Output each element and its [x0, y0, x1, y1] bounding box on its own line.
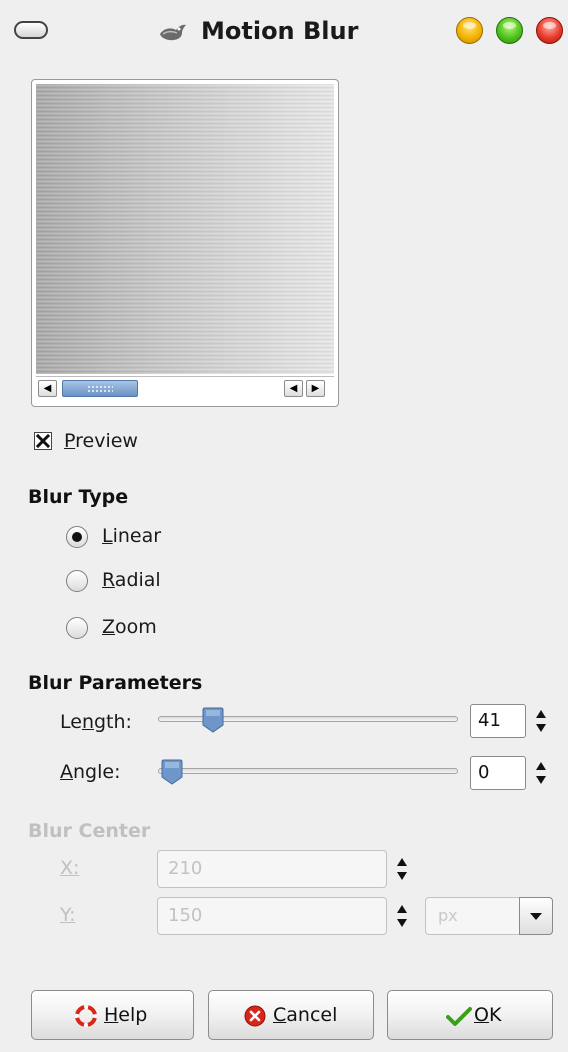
angle-spin-icon[interactable] — [534, 758, 548, 788]
title-bar: Motion Blur — [0, 0, 568, 62]
angle-slider-handle[interactable] — [161, 759, 183, 785]
lifebuoy-icon — [75, 1005, 97, 1027]
radio-zoom-label[interactable]: Zoom — [102, 615, 157, 639]
radio-radial-label[interactable]: Radial — [102, 568, 161, 592]
maximize-icon[interactable] — [496, 17, 523, 44]
center-x-label: X: — [60, 857, 80, 879]
length-spin-icon[interactable] — [534, 706, 548, 736]
center-y-spin-icon — [397, 905, 407, 927]
blur-parameters-heading: Blur Parameters — [28, 672, 203, 694]
length-slider-handle[interactable] — [202, 707, 224, 733]
chevron-down-icon — [530, 913, 542, 920]
motion-blur-dialog: Motion Blur ◀ ◀ ▶ Preview Blur Type Line… — [0, 0, 568, 1052]
scroll-left-step-icon[interactable]: ◀ — [284, 380, 303, 397]
scroll-right-icon[interactable]: ▶ — [306, 380, 325, 397]
preview-frame: ◀ ◀ ▶ — [31, 79, 339, 407]
cancel-button[interactable]: Cancel — [208, 990, 374, 1040]
length-label: Length: — [60, 711, 132, 733]
help-button-label: Help — [104, 1004, 148, 1026]
cancel-icon — [244, 1005, 266, 1027]
window-title: Motion Blur — [201, 17, 359, 45]
checkmark-icon — [446, 1007, 472, 1026]
radio-zoom[interactable] — [66, 617, 88, 639]
minimize-icon[interactable] — [456, 17, 483, 44]
angle-label: Angle: — [60, 761, 121, 783]
center-x-field: 210 — [157, 850, 387, 888]
window-menu-icon[interactable] — [14, 21, 48, 39]
center-y-field: 150 — [157, 897, 387, 935]
blur-type-heading: Blur Type — [28, 486, 129, 508]
preview-label[interactable]: Preview — [64, 429, 138, 453]
close-icon[interactable] — [536, 17, 563, 44]
scrollbar-grip — [87, 385, 113, 392]
unit-dropdown-button[interactable] — [519, 897, 553, 935]
ok-button-label: OK — [474, 1004, 502, 1026]
ok-button[interactable]: OK — [387, 990, 553, 1040]
angle-value-field[interactable]: 0 — [470, 756, 526, 790]
scroll-left-icon[interactable]: ◀ — [38, 380, 57, 397]
length-value-field[interactable]: 41 — [470, 704, 526, 738]
center-y-label: Y: — [60, 904, 76, 926]
blur-center-heading: Blur Center — [28, 820, 151, 842]
cancel-button-label: Cancel — [273, 1004, 338, 1026]
gimp-wilber-icon — [160, 24, 186, 41]
center-x-spin-icon — [397, 858, 407, 880]
radio-linear-label[interactable]: Linear — [102, 524, 161, 548]
checkbox-x-icon — [36, 434, 50, 448]
radio-linear[interactable] — [66, 526, 88, 548]
scrollbar-thumb[interactable] — [62, 380, 138, 397]
preview-horizontal-scrollbar[interactable]: ◀ ◀ ▶ — [36, 376, 334, 400]
unit-value: px — [438, 906, 458, 925]
preview-checkbox[interactable] — [34, 432, 52, 450]
preview-image[interactable] — [36, 84, 334, 374]
angle-slider-track[interactable] — [158, 768, 458, 774]
radio-radial[interactable] — [66, 570, 88, 592]
help-button[interactable]: Help — [31, 990, 194, 1040]
